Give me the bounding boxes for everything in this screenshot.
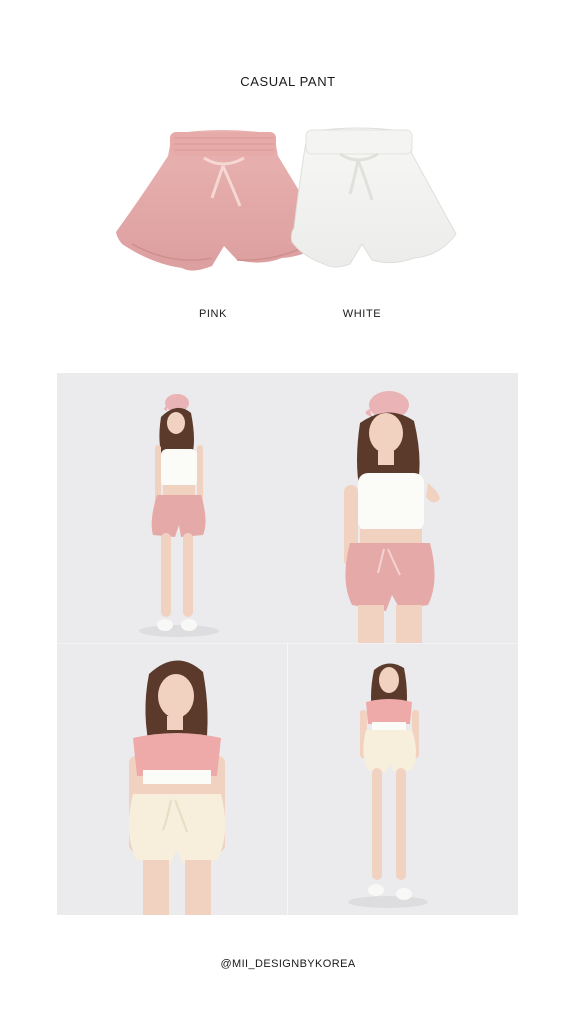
model-photo-cream-full [348, 663, 428, 908]
page-title: CASUAL PANT [240, 74, 336, 89]
grid-divider-vertical [287, 643, 288, 915]
model-photo-cream-half [128, 660, 226, 915]
model-photo-pink-half [344, 391, 440, 643]
pink-label: PINK [198, 308, 228, 320]
white-shorts-image [290, 127, 457, 268]
brand-handle: @MII_DESIGNBYKOREA [220, 958, 356, 970]
model-photo-pink-full [139, 394, 219, 637]
grid-divider-horizontal [57, 643, 518, 644]
white-label: WHITE [342, 308, 382, 320]
model-photo-grid [57, 373, 518, 915]
